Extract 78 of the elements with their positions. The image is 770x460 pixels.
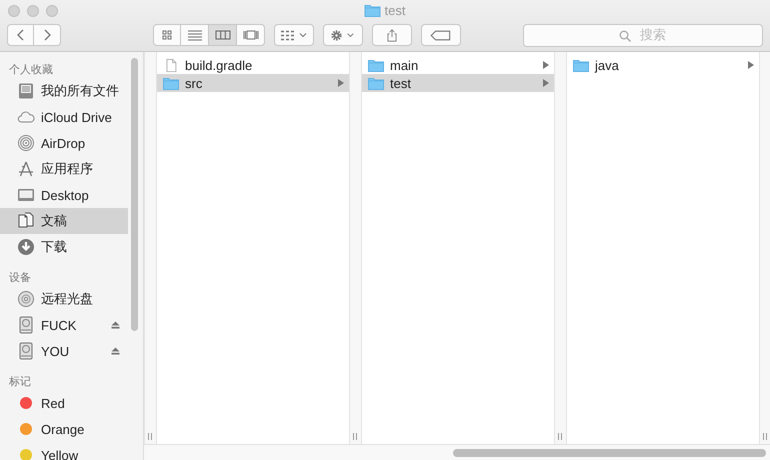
file-row[interactable]: java <box>567 56 759 74</box>
sidebar-item[interactable]: YOU <box>0 338 128 364</box>
tag-button[interactable] <box>421 24 461 46</box>
disc-icon <box>17 290 35 308</box>
folder-icon <box>573 58 589 72</box>
sidebar-item-label: FUCK <box>41 318 76 332</box>
sidebar-item[interactable]: FUCK <box>0 312 128 338</box>
sidebar-item-label: Red <box>41 396 65 410</box>
download-icon <box>17 238 35 256</box>
sidebar-item[interactable]: 应用程序 <box>0 156 128 182</box>
drive-icon <box>17 316 35 334</box>
sidebar-item-label: Orange <box>41 422 84 436</box>
eject-icon[interactable] <box>111 321 120 329</box>
column-resize-handle[interactable] <box>763 433 767 440</box>
file-row[interactable]: main <box>362 56 554 74</box>
icons-view-button[interactable] <box>153 24 181 46</box>
sidebar-item-label: AirDrop <box>41 136 86 150</box>
back-button[interactable] <box>7 24 34 46</box>
coverflow-view-button[interactable] <box>237 24 265 46</box>
file-name: main <box>390 58 418 72</box>
file-row[interactable]: test <box>362 74 554 92</box>
eject-icon[interactable] <box>111 347 120 355</box>
file-name: java <box>595 58 619 72</box>
drive-icon <box>17 342 35 360</box>
sidebar-item-label: 我的所有文件 <box>41 82 119 100</box>
column-resize-handle[interactable] <box>558 433 562 440</box>
window-title: test <box>384 3 406 18</box>
grid-dropdown-icon <box>280 28 308 42</box>
file-name: build.gradle <box>185 58 252 72</box>
file-name: src <box>185 76 202 90</box>
sidebar-item-label: Yellow <box>41 448 78 460</box>
columns-view-button[interactable] <box>209 24 237 46</box>
sidebar-item[interactable]: Red <box>0 390 128 416</box>
sidebar-item-label: 文稿 <box>41 212 67 230</box>
file-cabinet-icon <box>17 82 35 100</box>
scrollbar-thumb[interactable] <box>453 448 766 456</box>
sidebar-item[interactable]: iCloud Drive <box>0 104 128 130</box>
sidebar-item[interactable]: AirDrop <box>0 130 128 156</box>
app-store-icon <box>17 160 35 178</box>
sidebar-section-header: 个人收藏 <box>8 62 54 78</box>
sidebar-item-label: YOU <box>41 344 70 358</box>
desktop-icon <box>17 186 35 204</box>
settings-menu-button[interactable] <box>323 24 363 46</box>
folder-icon <box>368 58 384 72</box>
share-button[interactable] <box>372 24 412 46</box>
sidebar-item[interactable]: 我的所有文件 <box>0 78 128 104</box>
file-row[interactable]: src <box>157 74 349 92</box>
file-row[interactable]: build.gradle <box>157 56 349 74</box>
sidebar-item-label: 下载 <box>41 238 67 256</box>
list-view-button[interactable] <box>181 24 209 46</box>
folder-icon <box>364 4 381 17</box>
sidebar-item-label: 远程光盘 <box>41 290 93 308</box>
column-resize-handle[interactable] <box>148 433 152 440</box>
sidebar-item[interactable]: 下载 <box>0 234 128 260</box>
list-icon <box>186 29 202 41</box>
file-name: test <box>390 76 411 90</box>
sidebar-section-header: 设备 <box>8 271 32 286</box>
sidebar-item-label: iCloud Drive <box>41 110 112 124</box>
folder-icon <box>368 76 384 90</box>
sidebar-item-label: 应用程序 <box>41 160 93 178</box>
scrollbar-thumb[interactable] <box>131 58 138 331</box>
arrange-menu-button[interactable] <box>274 24 314 46</box>
folder-icon <box>163 76 179 90</box>
column-resize-handle[interactable] <box>353 433 357 440</box>
sidebar-item[interactable]: Desktop <box>0 182 128 208</box>
cover-flow-icon <box>242 29 258 41</box>
sidebar-item-label: Desktop <box>41 188 89 202</box>
sidebar-item[interactable]: Yellow <box>0 442 128 460</box>
sidebar-section-header: 标记 <box>8 375 32 390</box>
search-icon <box>619 30 631 42</box>
sidebar-item[interactable]: 远程光盘 <box>0 286 128 312</box>
airdrop-icon <box>17 134 35 152</box>
forward-button[interactable] <box>34 24 61 46</box>
columns-icon <box>214 29 230 41</box>
search-field[interactable]: 搜索 <box>523 24 763 46</box>
sidebar-item[interactable]: 文稿 <box>0 208 128 234</box>
documents-icon <box>17 212 35 230</box>
sidebar-item[interactable]: Orange <box>0 416 128 442</box>
